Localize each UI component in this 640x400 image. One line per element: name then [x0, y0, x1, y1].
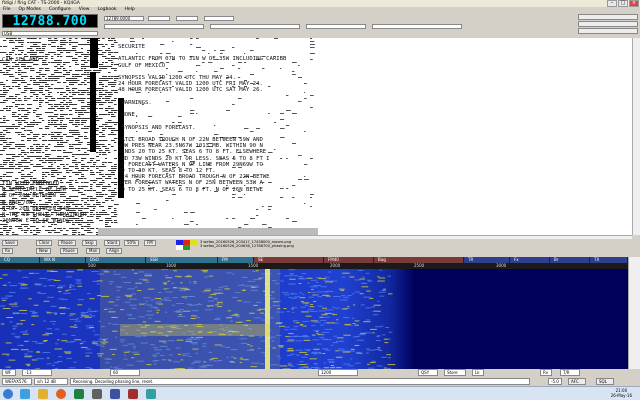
- side-buttons: [578, 14, 638, 34]
- status-bar: WEFAX576 s/n 12 dB Receiving. Decoding p…: [0, 377, 640, 386]
- skip-button[interactable]: Skip: [82, 240, 97, 246]
- title-bar: fldigi / flrig CAT - TS-2000 - KQ4GA – □…: [0, 0, 640, 7]
- clear-button[interactable]: Clear: [36, 240, 53, 246]
- window-title: fldigi / flrig CAT - TS-2000 - KQ4GA: [2, 1, 80, 6]
- range-field[interactable]: 60: [110, 369, 140, 376]
- slant-button[interactable]: Slant: [104, 240, 121, 246]
- afc-button[interactable]: AFC: [568, 378, 586, 385]
- clock-date: 26-May-16: [610, 393, 632, 398]
- ruler-tick-label: 3000: [496, 263, 507, 268]
- firefox-icon[interactable]: [56, 389, 66, 399]
- start-icon[interactable]: [3, 389, 13, 399]
- side-button-3[interactable]: [578, 28, 638, 34]
- fldigi-icon[interactable]: [128, 389, 138, 399]
- waterfall-layer: [0, 269, 628, 369]
- frequency-value: 12788.700: [12, 13, 88, 29]
- new-select[interactable]: New: [36, 248, 51, 254]
- ruler-tick-label: 2000: [330, 263, 341, 268]
- menu-help[interactable]: Help: [124, 7, 134, 13]
- waterfall-controls: WF -13 60 1200 QSY Store Lk Rv T/R: [0, 369, 640, 377]
- app-icon[interactable]: [146, 389, 156, 399]
- folder-icon[interactable]: [38, 389, 48, 399]
- waterfall-scrollbar[interactable]: [628, 257, 640, 369]
- align-button[interactable]: Align: [106, 248, 123, 254]
- received-files-list[interactable]: 3 wefax_20160526_203417_17438000_moore.p…: [200, 240, 340, 256]
- man-select[interactable]: Man: [86, 248, 101, 254]
- ruler-tick-label: 1000: [166, 263, 177, 268]
- mode-status[interactable]: WEFAX576: [2, 378, 32, 385]
- level-field[interactable]: -13: [22, 369, 52, 376]
- minimize-button[interactable]: –: [607, 0, 617, 7]
- pause-button[interactable]: Pause: [58, 240, 76, 246]
- mode-select[interactable]: USB: [2, 31, 98, 36]
- frequency-display[interactable]: 12788.700: [2, 13, 98, 29]
- ruler-tick-label: 1500: [248, 263, 259, 268]
- rx-select[interactable]: Rx: [2, 248, 14, 254]
- call-field[interactable]: [204, 16, 234, 21]
- menu-op-modes[interactable]: Op Modes: [19, 7, 41, 13]
- app-icon[interactable]: [110, 389, 120, 399]
- qth-field[interactable]: [210, 24, 300, 29]
- fax-noise-layer: [0, 38, 318, 235]
- menu-logbook[interactable]: Logbook: [97, 7, 116, 13]
- menu-view[interactable]: View: [79, 7, 90, 13]
- zoom-select[interactable]: 50%: [124, 240, 139, 246]
- reverse-button[interactable]: Rv: [540, 369, 552, 376]
- off-field[interactable]: [176, 16, 198, 21]
- fax-right-column: SECURITE ATLANTIC FROM 07N TO 31N W OF 3…: [118, 44, 287, 193]
- lock-button[interactable]: Lk: [472, 369, 484, 376]
- carrier-field[interactable]: 1200: [318, 369, 358, 376]
- menu-file[interactable]: File: [3, 7, 11, 13]
- store-button[interactable]: Store: [444, 369, 466, 376]
- on-field[interactable]: [148, 16, 170, 21]
- wf-select[interactable]: WF: [2, 369, 16, 376]
- ruler-tick-label: 500: [88, 263, 96, 268]
- offset-value: -5.0: [548, 378, 562, 385]
- fax-image-panel: CAN SEA AND TIN WITH EMBEDDED N SEMICIRC…: [0, 38, 632, 235]
- save-button[interactable]: Save: [2, 240, 18, 246]
- maximize-button[interactable]: □: [618, 0, 628, 7]
- side-button-2[interactable]: [578, 21, 638, 27]
- state-field[interactable]: [306, 24, 366, 29]
- close-button[interactable]: ×: [629, 0, 639, 7]
- waterfall-display[interactable]: [0, 269, 628, 369]
- fm-button[interactable]: FM: [144, 240, 156, 246]
- color-palette[interactable]: [176, 240, 198, 254]
- file-item[interactable]: 3 wefax_20160526_204636_12788700_phasing…: [200, 244, 340, 248]
- status-message: Receiving. Decoding phasing line, reset.: [70, 378, 530, 385]
- locator-field[interactable]: [372, 24, 462, 29]
- pause-select[interactable]: Pause: [60, 248, 78, 254]
- menu-configure[interactable]: Configure: [49, 7, 71, 13]
- taskbar: 21:00 26-May-16: [0, 386, 640, 400]
- window-buttons: – □ ×: [606, 0, 639, 7]
- ruler-tick-label: 2500: [414, 263, 425, 268]
- log-controls: 12789.0000: [100, 14, 570, 36]
- freq-field[interactable]: 12789.0000: [104, 16, 144, 21]
- fldigi-window: fldigi / flrig CAT - TS-2000 - KQ4GA – □…: [0, 0, 640, 400]
- tr-button[interactable]: T/R: [560, 369, 580, 376]
- snr-status: s/n 12 dB: [34, 378, 68, 385]
- menu-bar: File Op Modes Configure View Logbook Hel…: [0, 7, 570, 13]
- fax-left-column: CAN SEA AND TIN WITH EMBEDDED N SEMICIRC…: [2, 57, 87, 225]
- name-field[interactable]: [104, 24, 204, 29]
- system-clock[interactable]: 21:00 26-May-16: [611, 388, 632, 398]
- sql-button[interactable]: SQL: [596, 378, 614, 385]
- qsy-button[interactable]: QSY: [418, 369, 438, 376]
- app-icon[interactable]: [92, 389, 102, 399]
- app-icon[interactable]: [74, 389, 84, 399]
- ie-icon[interactable]: [20, 389, 30, 399]
- fax-horizontal-scrollbar[interactable]: [0, 235, 632, 239]
- fax-vertical-scrollbar[interactable]: [632, 38, 640, 235]
- side-button-1[interactable]: [578, 14, 638, 20]
